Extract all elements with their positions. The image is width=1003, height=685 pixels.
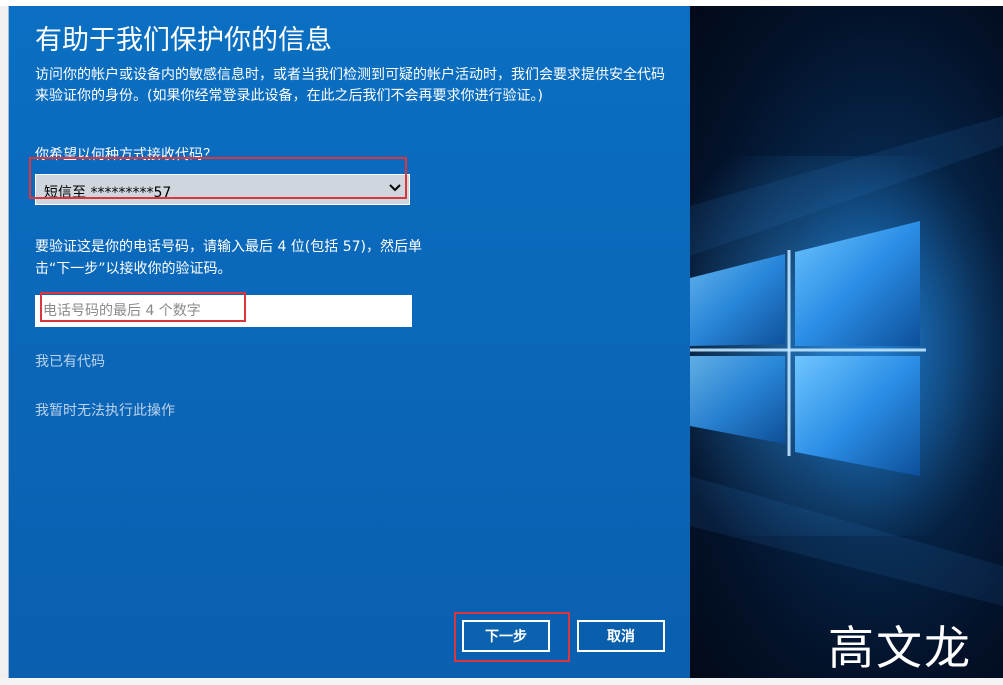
watermark-text: 高文龙: [828, 621, 972, 675]
page-title: 有助于我们保护你的信息: [35, 25, 332, 56]
windows-logo: [690, 116, 1003, 606]
method-dropdown[interactable]: 短信至 *********57: [35, 174, 410, 205]
next-button[interactable]: 下一步: [462, 620, 550, 652]
method-label: 你希望以何种方式接收代码？: [35, 147, 217, 163]
verification-dialog: 有助于我们保护你的信息 访问你的帐户或设备内的敏感信息时，或者当我们检测到可疑的…: [8, 6, 691, 678]
description-text: 访问你的帐户或设备内的敏感信息时，或者当我们检测到可疑的帐户活动时，我们会要求提…: [35, 67, 665, 104]
cannot-do-link[interactable]: 我暂时无法执行此操作: [35, 400, 175, 420]
cancel-button[interactable]: 取消: [577, 620, 665, 652]
windows-hero-background: [690, 6, 1003, 678]
chevron-down-icon: [389, 184, 401, 192]
screenshot-frame: 有助于我们保护你的信息 访问你的帐户或设备内的敏感信息时，或者当我们检测到可疑的…: [0, 0, 1003, 685]
have-code-link[interactable]: 我已有代码: [35, 351, 105, 371]
method-selected-value: 短信至 *********57: [44, 185, 172, 201]
verify-instructions: 要验证这是你的电话号码，请输入最后 4 位(包括 57)，然后单击“下一步”以接…: [35, 239, 422, 277]
last-four-digits-input[interactable]: [35, 295, 412, 327]
window-bottom-edge: [0, 678, 1003, 685]
